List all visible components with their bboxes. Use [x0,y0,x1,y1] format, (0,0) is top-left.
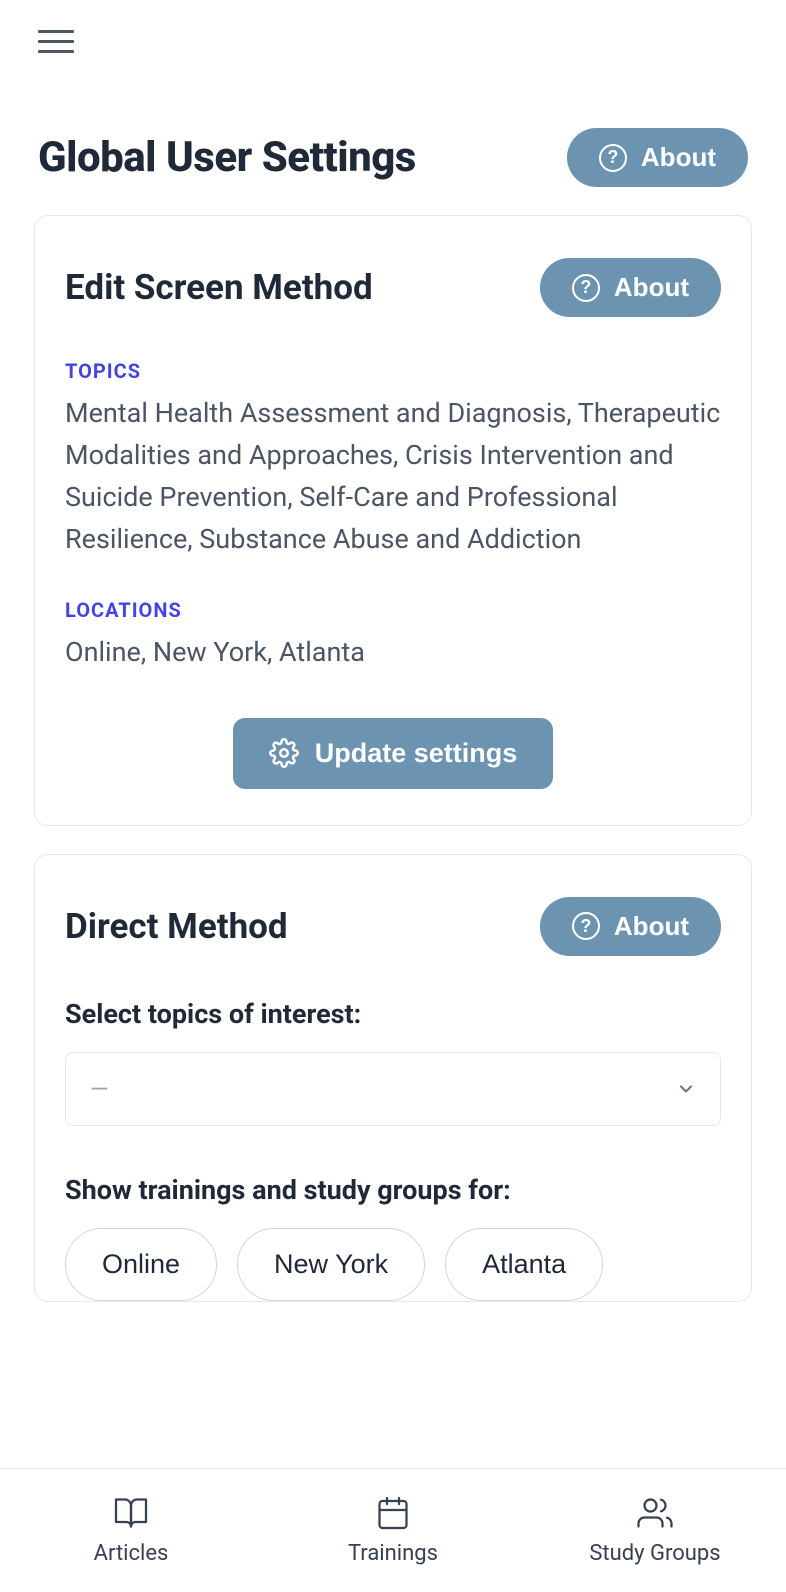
topics-text: Mental Health Assessment and Diagnosis, … [65,393,721,560]
help-circle-icon: ? [599,144,627,172]
users-icon [634,1495,676,1531]
card-title: Direct Method [65,906,288,947]
select-topics-label: Select topics of interest: [65,998,721,1030]
about-label: About [614,911,689,942]
card-title: Edit Screen Method [65,267,373,308]
card-header: Edit Screen Method ? About [65,258,721,317]
topics-select[interactable]: — [65,1052,721,1126]
calendar-icon [372,1495,414,1531]
topics-label: TOPICS [65,359,721,383]
select-placeholder: — [90,1075,109,1103]
nav-articles[interactable]: Articles [0,1469,262,1592]
about-button[interactable]: ? About [540,897,721,956]
edit-screen-method-card: Edit Screen Method ? About TOPICS Mental… [34,215,752,826]
book-icon [110,1495,152,1531]
bottom-nav: Articles Trainings Study Groups [0,1468,786,1592]
card-header: Direct Method ? About [65,897,721,956]
direct-method-card: Direct Method ? About Select topics of i… [34,854,752,1302]
gear-icon [269,738,299,768]
chip-new-york[interactable]: New York [237,1228,425,1301]
help-circle-icon: ? [572,274,600,302]
nav-label: Articles [94,1541,169,1566]
help-circle-icon: ? [572,912,600,940]
about-label: About [614,272,689,303]
chips-row: Online New York Atlanta [65,1228,721,1301]
nav-label: Trainings [348,1541,438,1566]
about-label: About [641,142,716,173]
header [0,0,786,73]
nav-study-groups[interactable]: Study Groups [524,1469,786,1592]
hamburger-menu-icon[interactable] [38,30,74,53]
locations-label: LOCATIONS [65,598,721,622]
chip-atlanta[interactable]: Atlanta [445,1228,603,1301]
title-row: Global User Settings ? About [0,73,786,187]
locations-text: Online, New York, Atlanta [65,632,721,673]
chevron-down-icon [676,1079,696,1099]
nav-label: Study Groups [589,1541,720,1566]
chip-online[interactable]: Online [65,1228,217,1301]
about-button[interactable]: ? About [567,128,748,187]
show-label: Show trainings and study groups for: [65,1174,721,1206]
about-button[interactable]: ? About [540,258,721,317]
page-title: Global User Settings [38,133,416,182]
nav-trainings[interactable]: Trainings [262,1469,524,1592]
update-settings-button[interactable]: Update settings [233,718,554,789]
update-settings-label: Update settings [315,738,518,769]
